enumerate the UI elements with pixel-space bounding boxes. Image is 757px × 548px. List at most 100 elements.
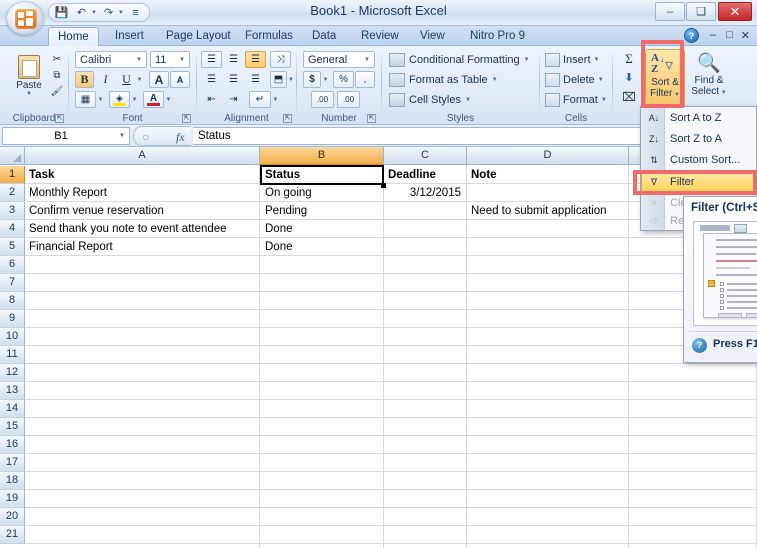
format-as-table-button[interactable]: Format as Table ▼ (388, 71, 534, 88)
tab-insert[interactable]: Insert (106, 27, 153, 46)
office-button[interactable] (6, 1, 44, 35)
align-bottom-button[interactable]: ☰ (245, 51, 266, 68)
help-icon[interactable]: ? (684, 28, 699, 43)
ribbon-restore-icon[interactable]: □ (726, 29, 733, 41)
merge-center-chevron-down-icon[interactable]: ▼ (287, 71, 295, 88)
tab-home[interactable]: Home (48, 27, 99, 46)
percent-style-button[interactable]: % (333, 71, 354, 88)
column-header-d[interactable]: D (467, 147, 629, 165)
font-color-button[interactable]: A (143, 91, 164, 108)
align-center-button[interactable]: ☰ (223, 71, 244, 88)
tab-formulas[interactable]: Formulas (236, 27, 302, 46)
column-header-a[interactable]: A (25, 147, 260, 165)
conditional-formatting-button[interactable]: Conditional Formatting ▼ (388, 51, 534, 68)
cell-styles-button[interactable]: Cell Styles ▼ (388, 91, 534, 108)
fill-color-button[interactable]: ◈ (109, 91, 130, 108)
row-header-11[interactable]: 11 (0, 346, 25, 364)
delete-chevron-down-icon[interactable]: ▼ (598, 77, 604, 83)
row-header-3[interactable]: 3 (0, 202, 25, 220)
cell-styles-chevron-down-icon[interactable]: ▼ (465, 97, 471, 103)
clear-button[interactable]: ⌧ (618, 88, 640, 105)
insert-function-icon[interactable]: fx (176, 130, 185, 145)
merge-center-button[interactable]: ⬒ (270, 71, 287, 88)
row-header-19[interactable]: 19 (0, 490, 25, 508)
row-header-18[interactable]: 18 (0, 472, 25, 490)
cancel-formula-icon[interactable]: ○ (142, 130, 149, 144)
underline-chevron-down-icon[interactable]: ▼ (135, 71, 144, 88)
cell-d5[interactable] (468, 238, 627, 256)
cut-icon[interactable]: ✂ (49, 52, 65, 66)
conditional-formatting-chevron-down-icon[interactable]: ▼ (524, 57, 530, 63)
cell-c1[interactable]: Deadline (385, 166, 465, 184)
find-and-select-button[interactable]: 🔍 Find & Select ▼ (687, 49, 731, 111)
close-button[interactable]: ✕ (718, 2, 752, 21)
accounting-chevron-down-icon[interactable]: ▼ (321, 71, 330, 88)
row-header-8[interactable]: 8 (0, 292, 25, 310)
row-header-12[interactable]: 12 (0, 364, 25, 382)
align-left-button[interactable]: ☰ (201, 71, 222, 88)
font-name-combo[interactable]: Calibri ▼ (75, 51, 147, 68)
autosum-button[interactable]: Σ (618, 50, 640, 67)
row-header-16[interactable]: 16 (0, 436, 25, 454)
column-header-b[interactable]: B (260, 147, 384, 165)
increase-decimal-button[interactable]: .00 (311, 91, 334, 108)
align-top-button[interactable]: ☰ (201, 51, 222, 68)
cell-d3[interactable]: Need to submit application (468, 202, 627, 220)
column-header-c[interactable]: C (384, 147, 467, 165)
cell-b5[interactable]: Done (262, 238, 382, 256)
format-painter-icon[interactable]: 🖌 (49, 84, 65, 98)
cell-a4[interactable]: Send thank you note to event attendee (26, 220, 258, 238)
cell-c5[interactable] (385, 238, 465, 256)
row-header-4[interactable]: 4 (0, 220, 25, 238)
row-header-14[interactable]: 14 (0, 400, 25, 418)
ribbon-close-icon[interactable]: ✕ (741, 29, 750, 42)
copy-icon[interactable]: ⧉ (49, 68, 65, 82)
row-header-9[interactable]: 9 (0, 310, 25, 328)
clipboard-dialog-launcher[interactable]: ⇱ (55, 114, 64, 123)
row-header-20[interactable]: 20 (0, 508, 25, 526)
cell-b2[interactable]: On going (262, 184, 382, 202)
accounting-format-button[interactable]: $ (303, 71, 321, 88)
cell-a5[interactable]: Financial Report (26, 238, 258, 256)
font-size-combo[interactable]: 11 ▼ (150, 51, 190, 68)
name-box[interactable]: B1 ▼ (2, 127, 130, 145)
font-dialog-launcher[interactable]: ⇱ (182, 114, 191, 123)
underline-button[interactable]: U (117, 71, 136, 88)
paste-button[interactable]: Paste ▼ (10, 52, 48, 100)
insert-chevron-down-icon[interactable]: ▼ (594, 57, 600, 63)
cell-d2[interactable] (468, 184, 627, 202)
wrap-text-chevron-down-icon[interactable]: ▼ (271, 91, 280, 108)
name-box-chevron-down-icon[interactable]: ▼ (119, 133, 129, 139)
cell-b4[interactable]: Done (262, 220, 382, 238)
delete-cells-button[interactable]: Delete ▼ (544, 71, 610, 88)
italic-button[interactable]: I (96, 71, 115, 88)
fill-color-chevron-down-icon[interactable]: ▼ (130, 91, 139, 108)
tab-page-layout[interactable]: Page Layout (157, 27, 240, 46)
row-header-10[interactable]: 10 (0, 328, 25, 346)
row-header-7[interactable]: 7 (0, 274, 25, 292)
orientation-button[interactable]: ⤨ (270, 51, 291, 68)
format-chevron-down-icon[interactable]: ▼ (601, 97, 607, 103)
cell-a1[interactable]: Task (26, 166, 258, 184)
menu-item-sort-a-to-z[interactable]: A↓ Sort A to Z (642, 108, 757, 128)
number-dialog-launcher[interactable]: ⇱ (367, 114, 376, 123)
cell-a2[interactable]: Monthly Report (26, 184, 258, 202)
sort-and-filter-button[interactable]: A Z ↓ ▿ Sort & Filter ▼ (645, 49, 685, 111)
number-format-combo[interactable]: General ▼ (303, 51, 375, 68)
decrease-decimal-button[interactable]: .00 (337, 91, 360, 108)
borders-chevron-down-icon[interactable]: ▼ (96, 91, 105, 108)
row-header-2[interactable]: 2 (0, 184, 25, 202)
wrap-text-button[interactable]: ↵ (249, 91, 271, 108)
row-header-17[interactable]: 17 (0, 454, 25, 472)
cell-b3[interactable]: Pending (262, 202, 382, 220)
menu-item-sort-z-to-a[interactable]: Z↓ Sort Z to A (642, 129, 757, 149)
cell-a3[interactable]: Confirm venue reservation (26, 202, 258, 220)
cell-d4[interactable] (468, 220, 627, 238)
cell-d1[interactable]: Note (468, 166, 627, 184)
align-right-button[interactable]: ☰ (245, 71, 266, 88)
paste-chevron-down-icon[interactable]: ▼ (26, 91, 32, 97)
comma-style-button[interactable]: , (355, 71, 375, 88)
row-header-13[interactable]: 13 (0, 382, 25, 400)
tab-review[interactable]: Review (352, 27, 408, 46)
shrink-font-button[interactable]: A (170, 71, 190, 88)
